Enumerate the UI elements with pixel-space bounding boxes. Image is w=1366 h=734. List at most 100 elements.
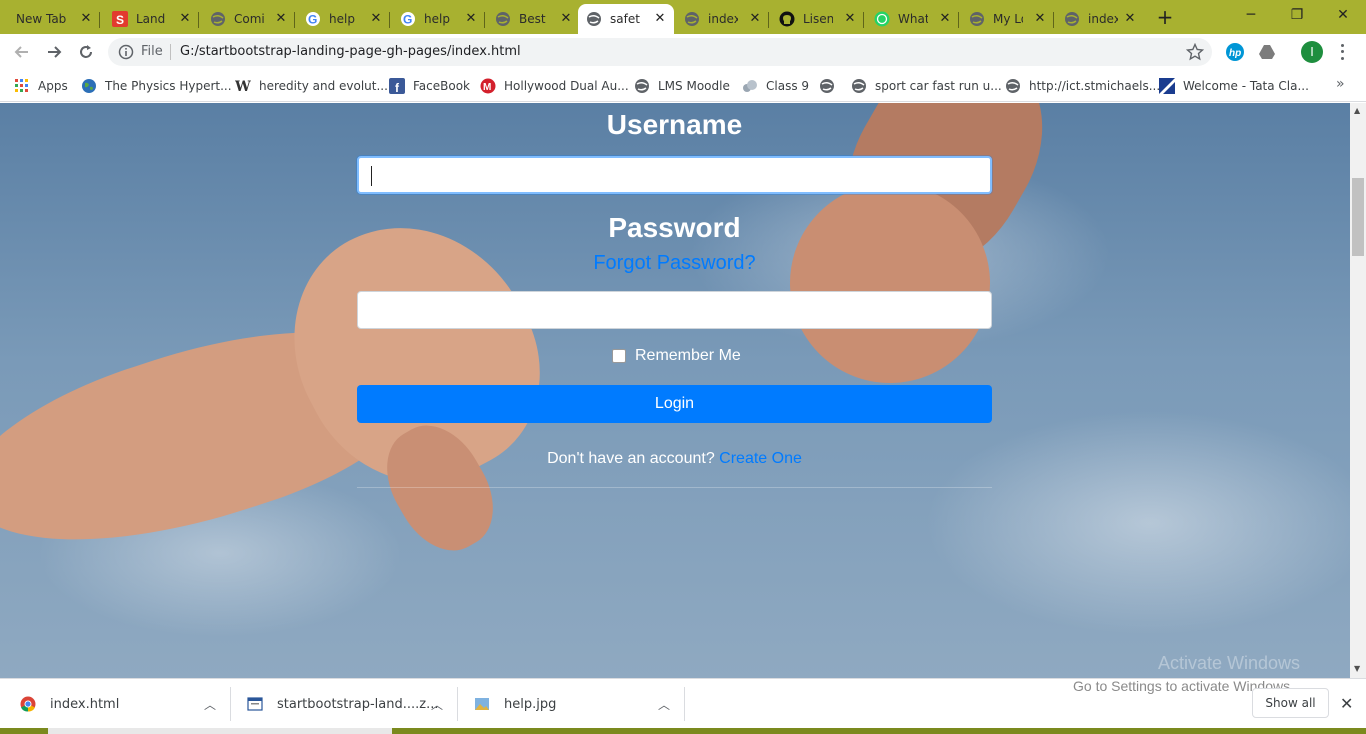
download-item[interactable]: startbootstrap-land....z... ︿ [247, 686, 443, 722]
tata-icon [1159, 78, 1175, 94]
tab-my-lo[interactable]: My Lo ✕ [961, 4, 1054, 34]
minimize-button[interactable]: ─ [1228, 0, 1274, 30]
close-icon[interactable]: ✕ [1122, 11, 1138, 27]
chevron-up-icon[interactable]: ︿ [658, 696, 670, 713]
scrollbar[interactable]: ▲ ▼ [1350, 103, 1366, 678]
tab-index-1[interactable]: index ✕ [676, 4, 769, 34]
bookmark-apps[interactable]: Apps [14, 76, 68, 96]
svg-text:M: M [483, 82, 491, 93]
remember-checkbox[interactable] [612, 349, 626, 363]
globe-icon [1064, 11, 1080, 27]
tab-whatsapp[interactable]: What ✕ [866, 4, 959, 34]
tab-landing[interactable]: S Landi ✕ [104, 4, 199, 34]
bookmark-tata[interactable]: Welcome - Tata Cla... [1159, 76, 1309, 96]
taskbar-highlight [48, 728, 392, 734]
download-name: startbootstrap-land....z... [277, 696, 439, 712]
chevron-up-icon[interactable]: ︿ [204, 696, 216, 713]
tab-separator [958, 12, 959, 28]
bookmark-untitled[interactable] [819, 76, 843, 96]
bookmark-hollywood[interactable]: M Hollywood Dual Au... [480, 76, 629, 96]
activation-watermark: Activate Windows [1158, 653, 1301, 673]
bookmark-label: Hollywood Dual Au... [504, 79, 629, 93]
login-button[interactable]: Login [357, 385, 992, 423]
reload-button[interactable] [74, 40, 98, 64]
globe-icon [634, 78, 650, 94]
scroll-down-icon[interactable]: ▼ [1354, 664, 1360, 673]
tab-separator [484, 12, 485, 28]
bookmark-heredity[interactable]: W heredity and evolut... [235, 76, 388, 96]
star-icon[interactable] [1186, 43, 1204, 61]
scrollbar-thumb[interactable] [1352, 178, 1364, 256]
tab-lisen[interactable]: Lisen ✕ [771, 4, 864, 34]
drive-extension-icon[interactable] [1257, 42, 1277, 62]
bookmark-stmichaels[interactable]: http://ict.stmichaels... [1005, 76, 1160, 96]
close-icon[interactable]: ✕ [652, 11, 668, 27]
username-input[interactable] [357, 156, 992, 194]
scroll-up-icon[interactable]: ▲ [1354, 106, 1360, 115]
tab-title: Comi [234, 12, 264, 26]
show-all-button[interactable]: Show all [1252, 688, 1329, 718]
new-tab-button[interactable]: + [1154, 6, 1176, 28]
menu-icon[interactable] [1334, 42, 1350, 62]
password-input[interactable] [357, 291, 992, 329]
back-button[interactable] [10, 40, 34, 64]
close-icon[interactable]: ✕ [273, 11, 289, 27]
tab-separator [99, 12, 100, 28]
address-bar[interactable]: File G:/startbootstrap-landing-page-gh-p… [108, 38, 1212, 66]
tab-best[interactable]: Best 5 ✕ [487, 4, 580, 34]
maximize-button[interactable]: ❐ [1274, 0, 1320, 30]
close-icon[interactable]: ✕ [177, 11, 193, 27]
profile-avatar[interactable]: I [1301, 41, 1323, 63]
globe-icon [1005, 78, 1021, 94]
svg-text:G: G [403, 13, 412, 27]
bookmark-class-9[interactable]: Class 9 [742, 76, 809, 96]
forgot-password-link[interactable]: Forgot Password? [357, 252, 992, 275]
text-cursor [371, 166, 372, 186]
tab-help-1[interactable]: G help i ✕ [297, 4, 390, 34]
close-icon[interactable]: ✕ [78, 11, 94, 27]
close-icon[interactable]: ✕ [368, 11, 384, 27]
create-account-link[interactable]: Create One [719, 450, 802, 467]
reload-icon [80, 45, 92, 58]
close-icon[interactable]: ✕ [558, 11, 574, 27]
url-text[interactable]: G:/startbootstrap-landing-page-gh-pages/… [180, 44, 521, 59]
bookmark-label: Welcome - Tata Cla... [1183, 79, 1309, 93]
close-icon[interactable]: ✕ [842, 11, 858, 27]
info-icon[interactable] [118, 44, 134, 60]
password-label: Password [608, 212, 741, 243]
close-icon[interactable]: ✕ [1340, 694, 1353, 713]
download-item[interactable]: help.jpg ︿ [474, 686, 670, 722]
bookmark-lms-moodle[interactable]: LMS Moodle [634, 76, 730, 96]
tab-safety[interactable]: safety ✕ [578, 4, 674, 34]
divider [684, 687, 685, 721]
chevron-right-icon[interactable]: » [1336, 76, 1345, 92]
remember-me[interactable]: Remember Me [612, 347, 741, 365]
tab-title: New Tab [16, 12, 67, 26]
hp-extension-icon[interactable]: hp [1225, 42, 1245, 62]
tab-new-tab[interactable]: New Tab ✕ [0, 4, 100, 34]
close-icon[interactable]: ✕ [463, 11, 479, 27]
close-icon[interactable]: ✕ [1032, 11, 1048, 27]
forward-button[interactable] [42, 40, 66, 64]
globe-icon [684, 11, 700, 27]
download-shelf: index.html ︿ startbootstrap-land....z...… [0, 678, 1366, 728]
browser-toolbar: File G:/startbootstrap-landing-page-gh-p… [0, 34, 1366, 70]
tab-index-2[interactable]: index ✕ [1056, 4, 1144, 34]
window-close-button[interactable]: ✕ [1320, 0, 1366, 30]
bookmark-sport-car[interactable]: sport car fast run u... [851, 76, 1002, 96]
username-label: Username [606, 109, 743, 140]
tab-help-2[interactable]: G help i ✕ [392, 4, 485, 34]
chevron-up-icon[interactable]: ︿ [431, 696, 443, 713]
tab-separator [389, 12, 390, 28]
bookmark-label: LMS Moodle [658, 79, 730, 93]
download-item[interactable]: index.html ︿ [20, 686, 216, 722]
chrome-icon [20, 696, 36, 712]
tab-title: safety [610, 12, 640, 26]
bookmark-physics[interactable]: The Physics Hypert... [81, 76, 232, 96]
tab-comi[interactable]: Comi ✕ [202, 4, 295, 34]
blank-icon [8, 11, 12, 27]
close-icon[interactable]: ✕ [747, 11, 763, 27]
download-name: index.html [50, 696, 120, 712]
bookmark-facebook[interactable]: f FaceBook [389, 76, 470, 96]
close-icon[interactable]: ✕ [937, 11, 953, 27]
